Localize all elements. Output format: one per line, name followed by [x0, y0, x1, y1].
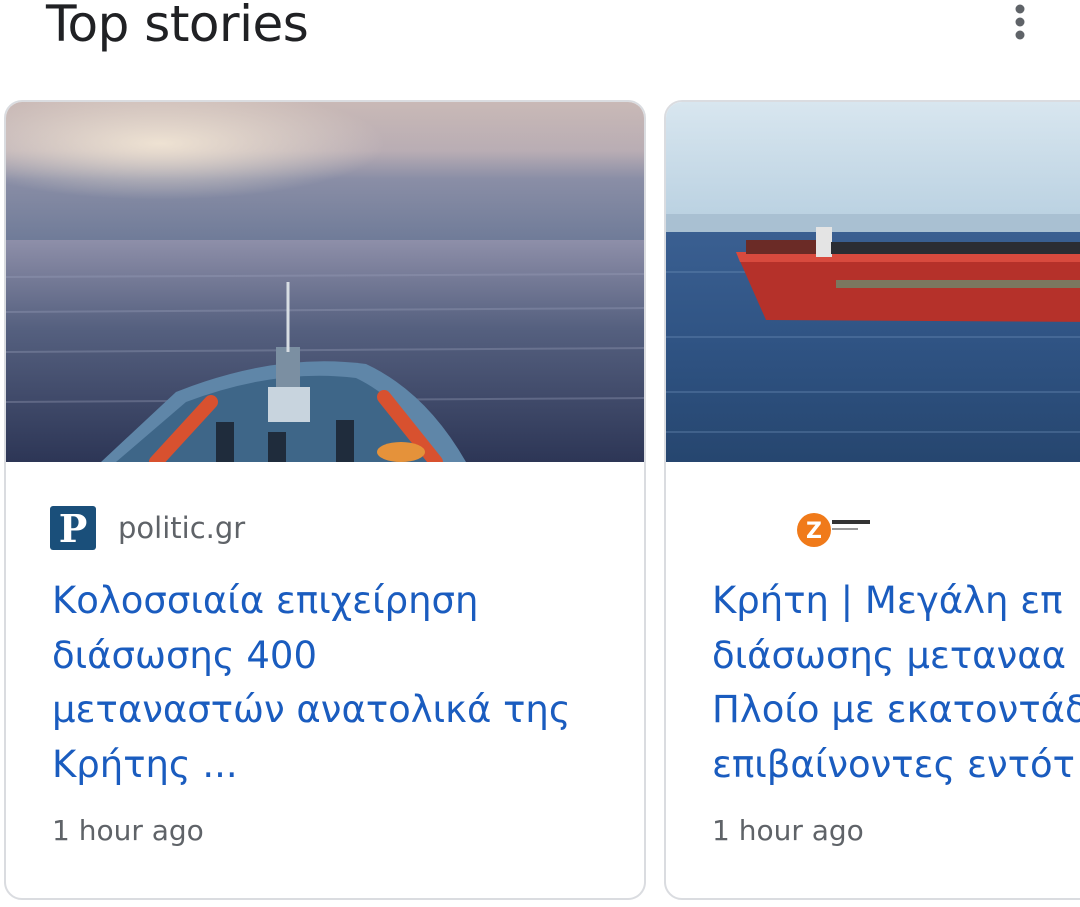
story-card[interactable]: Z Κρήτη | Μεγάλη επ διάσωσης μεταναα Πλο… [664, 100, 1080, 900]
top-stories-page: Top stories P politic.gr Κολοσσιαία επιχ… [0, 0, 1080, 907]
more-vert-icon [1015, 4, 1025, 40]
story-card[interactable]: P politic.gr Κολοσσιαία επιχείρηση διάσω… [4, 100, 646, 900]
svg-text:P: P [59, 506, 88, 550]
headline-line: διάσωσης μεταναα [712, 633, 1067, 677]
headline-line: Κρήτης ... [52, 742, 238, 786]
more-options-button[interactable] [998, 0, 1042, 44]
story-thumbnail[interactable] [666, 102, 1080, 462]
story-thumbnail[interactable] [6, 102, 644, 462]
headline-line: διάσωσης 400 [52, 633, 317, 677]
headline-line: επιβαίνοντες εντότ [712, 742, 1075, 786]
story-timestamp: 1 hour ago [52, 814, 204, 847]
section-title: Top stories [46, 0, 309, 53]
headline-line: Κολοσσιαία επιχείρηση [52, 579, 479, 622]
source-name: politic.gr [118, 511, 246, 545]
headline-line: μεταναστών ανατολικά της [52, 688, 571, 731]
story-source[interactable]: P politic.gr [50, 506, 245, 550]
politic-gr-logo-icon: P [50, 506, 96, 550]
svg-text:Z: Z [806, 519, 822, 544]
story-headline[interactable]: Κρήτη | Μεγάλη επ διάσωσης μεταναα Πλοίο… [712, 574, 1080, 792]
story-headline[interactable]: Κολοσσιαία επιχείρηση διάσωσης 400 μεταν… [52, 574, 612, 792]
story-timestamp: 1 hour ago [712, 814, 864, 847]
headline-line: Κρήτη | Μεγάλη επ [712, 579, 1063, 622]
zarpa-logo-icon: Z [797, 513, 870, 547]
story-source[interactable]: Z [794, 506, 874, 550]
headline-line: Πλοίο με εκατοντάδ [712, 688, 1080, 731]
